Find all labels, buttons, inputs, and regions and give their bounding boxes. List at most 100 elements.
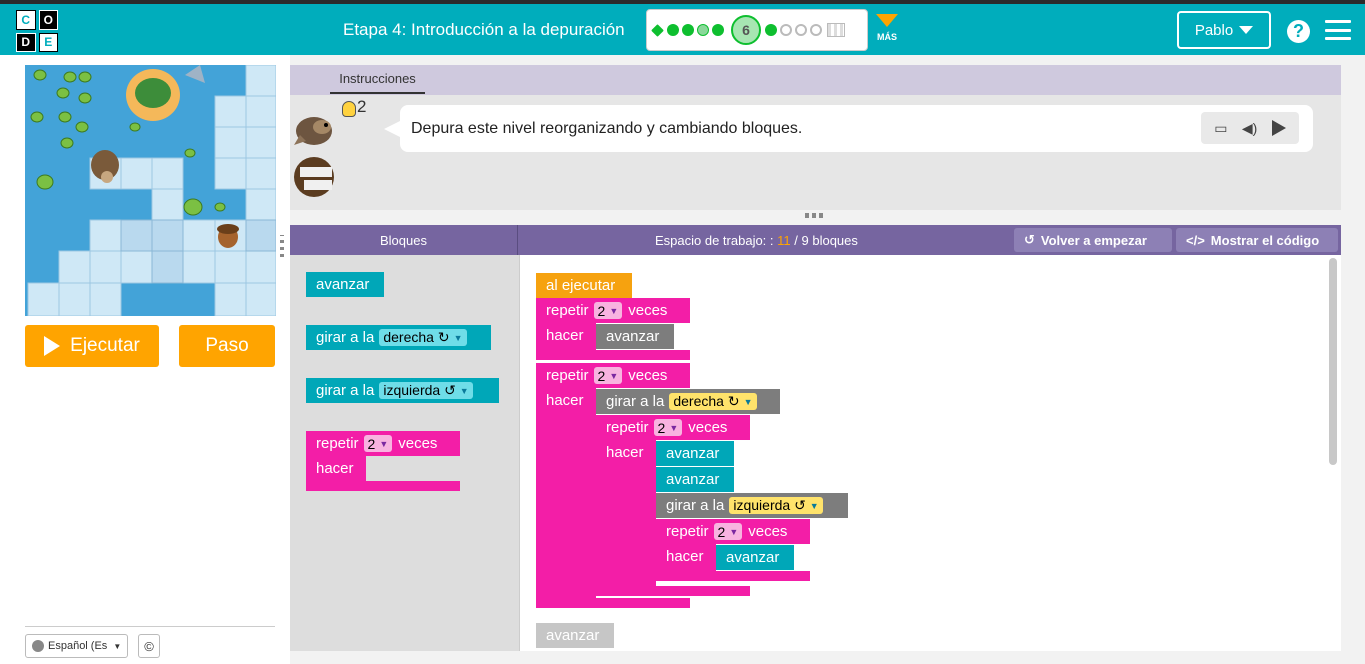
move-block[interactable]: avanzar (716, 545, 794, 570)
toolbox-turn-right-block[interactable]: girar a la derecha ↻ ▼ (306, 325, 491, 350)
step-button[interactable]: Paso (179, 325, 275, 367)
repeat-block-2[interactable]: repetir 2 ▼ veces (536, 363, 690, 388)
block-total: / 9 bloques (794, 233, 858, 248)
code-org-logo[interactable]: C O D E (16, 10, 58, 52)
instruction-text: Depura este nivel reorganizando y cambia… (411, 119, 803, 137)
level-dot-2[interactable] (667, 24, 679, 36)
workspace-label: Espacio de trabajo: : (655, 233, 774, 248)
block-label: hacer (606, 444, 644, 461)
hamburger-menu-icon[interactable] (1325, 20, 1351, 40)
repeat-count-dropdown[interactable]: 2 ▼ (593, 302, 623, 319)
code-icon: </> (1186, 232, 1205, 248)
toolbox-title: Bloques (290, 225, 518, 255)
disabled-move-block[interactable]: avanzar (596, 324, 674, 349)
repeat-count-dropdown[interactable]: 2 ▼ (363, 435, 393, 452)
stage-title[interactable]: Etapa 4: Introducción a la depuración (343, 20, 625, 40)
copyright-button[interactable]: © (138, 634, 160, 658)
scrat-avatar (294, 117, 332, 145)
instructions-header: Instrucciones (290, 65, 1341, 95)
restart-label: Volver a empezar (1040, 232, 1147, 248)
move-block[interactable]: avanzar (656, 467, 734, 492)
level-dot-5[interactable] (712, 24, 724, 36)
level-dot-1[interactable] (651, 23, 664, 37)
more-levels-button[interactable]: MÁS (876, 14, 898, 42)
run-button[interactable]: Ejecutar (25, 325, 159, 367)
globe-icon (32, 640, 44, 652)
move-block[interactable]: avanzar (656, 441, 734, 466)
block-label: girar a la (316, 382, 375, 399)
disabled-turn-right-block[interactable]: girar a la derecha ↻ ▼ (596, 389, 780, 414)
help-icon[interactable]: ? (1287, 20, 1310, 43)
code-workspace[interactable]: al ejecutar repetir 2 ▼ veces hacer avanz… (519, 255, 1341, 651)
divider (25, 626, 275, 627)
repeat-3-bottom (596, 586, 750, 596)
language-select[interactable]: Español (Es ▼ (25, 634, 128, 658)
direction-dropdown[interactable]: derecha ↻ ▼ (669, 393, 757, 410)
hint-counter[interactable]: 2 (342, 97, 366, 117)
triangle-down-icon (876, 14, 898, 27)
split-resize-handle[interactable] (805, 213, 825, 218)
block-label: avanzar (726, 549, 780, 566)
tab-instructions[interactable]: Instrucciones (330, 71, 425, 94)
block-toolbox: avanzar girar a la derecha ↻ ▼ girar a la… (290, 255, 519, 651)
repeat-block-3[interactable]: repetir 2 ▼ veces (596, 415, 750, 440)
direction-dropdown[interactable]: derecha ↻ ▼ (379, 329, 467, 346)
repeat-1-bottom (536, 350, 690, 360)
more-label: MÁS (877, 32, 897, 42)
panel-resize-handle[interactable] (280, 235, 284, 257)
block-label: repetir (546, 367, 589, 384)
level-dot-4[interactable] (697, 24, 709, 36)
app-header: C O D E Etapa 4: Introducción a la depur… (0, 4, 1365, 55)
repeat-2-body (536, 388, 596, 598)
show-code-button[interactable]: </> Mostrar el código (1176, 228, 1338, 252)
play-icon (44, 336, 61, 356)
restart-button[interactable]: ↺ Volver a empezar (1014, 228, 1172, 252)
repeat-count-dropdown[interactable]: 2 ▼ (593, 367, 623, 384)
block-label: avanzar (546, 627, 600, 644)
text-to-speech-icon[interactable]: ▭ (1214, 120, 1227, 137)
level-dot-10[interactable] (810, 24, 822, 36)
workspace-scrollbar[interactable] (1329, 258, 1337, 465)
hint-count: 2 (357, 97, 367, 116)
finish-flag-icon[interactable] (827, 23, 845, 37)
block-label: repetir (666, 523, 709, 540)
audio-controls: ▭ ◀) (1201, 112, 1299, 144)
current-level-bubble[interactable]: 6 (731, 15, 761, 45)
direction-dropdown[interactable]: izquierda ↺ ▼ (379, 382, 473, 399)
block-label: veces (688, 419, 728, 436)
level-dot-3[interactable] (682, 24, 694, 36)
toolbox-move-block[interactable]: avanzar (306, 272, 384, 297)
logo-letter: C (16, 10, 36, 30)
block-label: veces (398, 435, 438, 452)
game-canvas (25, 65, 276, 316)
speaker-icon[interactable]: ◀) (1242, 120, 1257, 137)
repeat-count-dropdown[interactable]: 2 ▼ (653, 419, 683, 436)
block-label: veces (628, 302, 668, 319)
when-run-block[interactable]: al ejecutar (536, 273, 632, 298)
orphan-move-block[interactable]: avanzar (536, 623, 614, 648)
block-label: hacer (546, 327, 584, 344)
editor-area: Instrucciones 2 Depura este nivel reorga… (290, 55, 1365, 664)
disabled-turn-left-block[interactable]: girar a la izquierda ↺ ▼ (656, 493, 848, 518)
repeat-count-dropdown[interactable]: 2 ▼ (713, 523, 743, 540)
audio-play-icon[interactable] (1271, 120, 1286, 136)
block-label: avanzar (666, 445, 720, 462)
logo-letter: O (38, 10, 58, 30)
block-label: girar a la (316, 329, 375, 346)
game-panel: Ejecutar Paso Español (Es ▼ © (0, 55, 290, 664)
direction-dropdown[interactable]: izquierda ↺ ▼ (729, 497, 823, 514)
toolbox-turn-left-block[interactable]: girar a la izquierda ↺ ▼ (306, 378, 499, 403)
repeat-3-body (596, 440, 656, 586)
block-label: repetir (546, 302, 589, 319)
block-label: avanzar (666, 471, 720, 488)
level-dot-8[interactable] (780, 24, 792, 36)
block-label: repetir (316, 435, 359, 452)
lightbulb-icon (342, 101, 356, 117)
toolbox-repeat-block[interactable]: repetir 2 ▼ veces (306, 431, 460, 456)
instruction-bubble: Depura este nivel reorganizando y cambia… (384, 105, 1313, 152)
repeat-block-1[interactable]: repetir 2 ▼ veces (536, 298, 690, 323)
level-dot-9[interactable] (795, 24, 807, 36)
user-menu-button[interactable]: Pablo (1177, 11, 1271, 49)
level-dot-7[interactable] (765, 24, 777, 36)
repeat-block-4[interactable]: repetir 2 ▼ veces (656, 519, 810, 544)
